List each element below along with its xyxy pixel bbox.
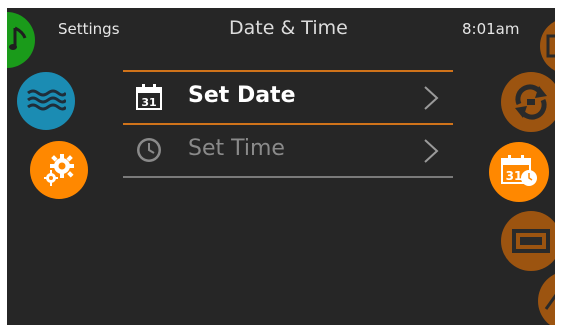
set-time-label: Set Time [188,136,285,161]
screen: Settings Date & Time 8:01am 31 Set Date … [0,0,562,325]
calendar-31-icon: 31 [135,83,163,111]
menu-top-separator [123,70,453,72]
set-date-row[interactable]: 31 Set Date [123,73,453,123]
menu-selected-separator [123,123,453,125]
display-button[interactable] [501,211,555,271]
date-time-button[interactable]: 31 [489,142,549,202]
date-time-icon-day: 31 [506,169,523,183]
set-time-row[interactable]: Set Time [123,126,453,176]
refresh-button[interactable] [501,72,555,132]
calendar-button[interactable] [540,18,555,74]
display-screen-icon [511,228,551,254]
date-time-icon: 31 [499,154,539,190]
settings-button[interactable] [30,141,88,199]
main-panel: Settings Date & Time 8:01am 31 Set Date … [7,8,555,325]
water-waves-icon [26,88,66,114]
arrow-icon [544,291,555,311]
calendar-icon [546,32,555,58]
music-button[interactable] [7,12,35,68]
page-title: Date & Time [229,17,348,39]
chevron-right-icon [423,138,439,164]
music-icon [9,26,29,54]
calendar-icon-day: 31 [141,96,156,109]
chevron-right-icon [423,85,439,111]
water-button[interactable] [17,72,75,130]
settings-gears-icon [42,153,76,187]
clock-icon [135,136,163,164]
arrow-button[interactable] [538,271,555,325]
clock-time: 8:01am [462,20,520,38]
set-date-label: Set Date [188,83,296,108]
menu-bottom-separator [123,176,453,178]
section-label: Settings [58,20,120,38]
refresh-cycle-icon [511,82,551,122]
